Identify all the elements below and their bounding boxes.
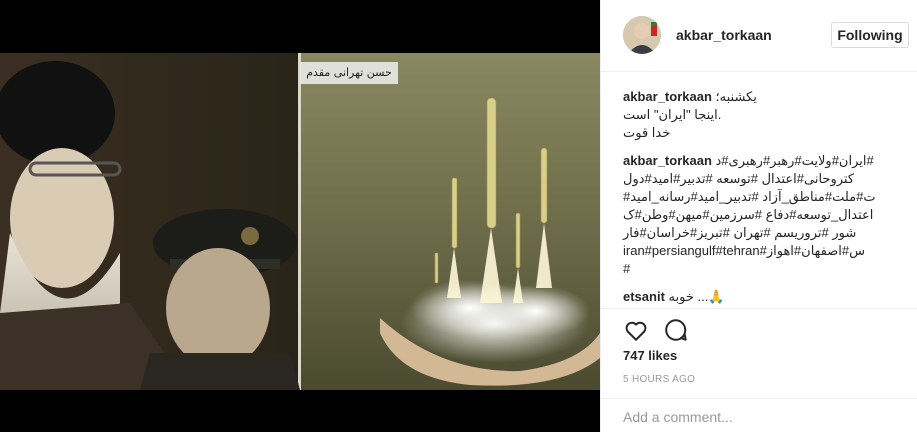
comment-bubble-icon[interactable]: [663, 317, 689, 343]
comment-username[interactable]: akbar_torkaan: [623, 89, 712, 104]
image-caption: حسن تهرانی مقدم: [300, 62, 398, 84]
avatar[interactable]: [623, 16, 661, 54]
post-header: akbar_torkaan Following: [601, 0, 917, 72]
comment-list: akbar_torkaan یکشنبه؛ .اینجا "ایران" است…: [623, 88, 893, 316]
post-media: حسن تهرانی مقدم: [0, 0, 600, 432]
add-comment-bar: [601, 398, 917, 432]
comment-username[interactable]: etsanit: [623, 289, 665, 304]
post-image-art: [0, 53, 600, 390]
post-actions: [601, 308, 917, 348]
avatar-image: [623, 16, 661, 54]
comment-text: خوبه ...🙏: [668, 289, 725, 304]
comment-text: #ایران#ولایت#رهبر#رهبری#د کتروحانی#اعتدا…: [623, 153, 876, 276]
heart-icon[interactable]: [623, 317, 649, 343]
comment-username[interactable]: akbar_torkaan: [623, 153, 712, 168]
comment-item: akbar_torkaan #ایران#ولایت#رهبر#رهبری#د …: [623, 152, 893, 278]
following-button[interactable]: Following: [831, 22, 909, 48]
add-comment-input[interactable]: [623, 408, 893, 426]
post-timestamp: 5 HOURS AGO: [623, 374, 696, 385]
comment-item: akbar_torkaan یکشنبه؛ .اینجا "ایران" است…: [623, 88, 893, 142]
post-sidebar: akbar_torkaan Following akbar_torkaan یک…: [600, 0, 917, 432]
likes-count[interactable]: 747 likes: [623, 348, 677, 363]
username-link[interactable]: akbar_torkaan: [676, 27, 772, 43]
comment-item: etsanit خوبه ...🙏: [623, 288, 893, 306]
post-image[interactable]: حسن تهرانی مقدم: [0, 53, 600, 390]
